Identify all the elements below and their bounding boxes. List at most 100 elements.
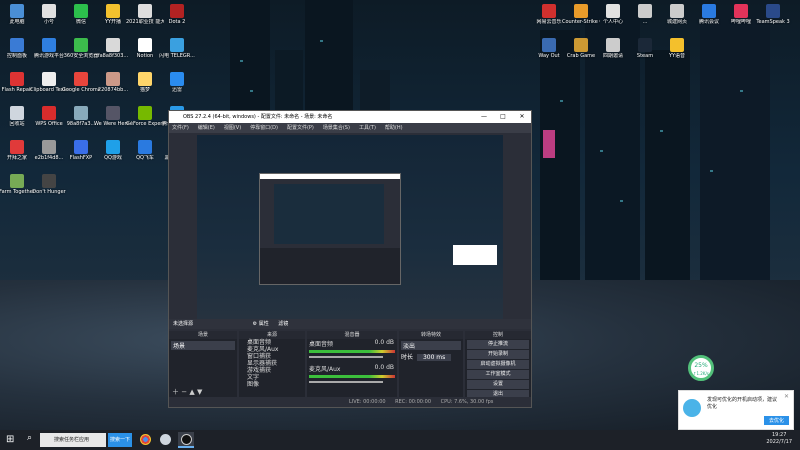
channel-db: 0.0 dB (374, 364, 394, 371)
app-icon (574, 38, 588, 52)
menu-item[interactable]: 视图(V) (224, 125, 241, 131)
obs-title: OBS 27.2.4 (64-bit, windows) - 配置文件: 未命名… (183, 114, 333, 120)
control-button[interactable]: 启动虚拟摄像机 (467, 360, 529, 369)
obs-window[interactable]: OBS 27.2.4 (64-bit, windows) - 配置文件: 未命名… (168, 110, 532, 408)
windows-start-icon[interactable]: ⊞ (6, 434, 17, 445)
desktop-icon[interactable]: Dota 2 (158, 4, 196, 25)
desktop-icon[interactable]: 迅雷 (158, 72, 196, 93)
desktop-icon-label: 闪电 TELEGR... (159, 53, 195, 59)
menu-item[interactable]: 停靠窗口(D) (250, 125, 278, 131)
transitions-dock-header: 转场特效 (399, 331, 463, 339)
transition-select[interactable]: 淡出 (401, 341, 461, 350)
app-icon (42, 106, 56, 120)
app-icon (74, 106, 88, 120)
obs-menubar: 文件(F) 编辑(E) 视图(V) 停靠窗口(D) 配置文件(P) 场景集合(S) 工具(T… (169, 123, 531, 133)
scene-item[interactable]: 场景 (171, 341, 235, 350)
optimize-button[interactable]: 去优化 (763, 416, 789, 425)
down-icon[interactable]: ▼ (197, 388, 202, 396)
volume-slider[interactable] (309, 381, 383, 383)
menu-item[interactable]: 场景集合(S) (323, 125, 350, 131)
gauge-value: 25% (694, 362, 708, 369)
search-icon[interactable]: ⌕ (27, 433, 32, 443)
remove-icon[interactable]: − (181, 388, 187, 396)
taskbar-search-box[interactable]: 搜索任务栏应用 (40, 433, 106, 447)
taskbar: ⊞ ⌕ 搜索任务栏应用 搜索一下 19:27 2022/7/17 (0, 430, 800, 450)
close-icon[interactable]: ✕ (784, 393, 789, 400)
gear-icon[interactable]: ⚙ (253, 321, 257, 327)
app-icon (138, 72, 152, 86)
properties-button[interactable]: 属性 (259, 321, 269, 327)
search-button[interactable]: 搜索一下 (108, 433, 132, 447)
chrome-icon[interactable] (140, 434, 151, 445)
obs-preview[interactable] (197, 135, 503, 319)
app-icon (606, 38, 620, 52)
scenes-dock-header: 场景 (169, 331, 237, 339)
app-icon (542, 38, 556, 52)
desktop: 此电脑小号微信YY开播2021职业技 能大赛Dota 2控制面板腾讯游戏平台36… (0, 0, 800, 430)
app-icon (74, 38, 88, 52)
app-icon (74, 140, 88, 154)
app-icon (74, 72, 88, 86)
source-item[interactable]: 显示器捕获 (239, 360, 305, 367)
up-icon[interactable]: ▲ (189, 388, 194, 396)
menu-item[interactable]: 工具(T) (359, 125, 376, 131)
obs-statusbar: LIVE: 00:00:00 REC: 00:00:00 CPU: 7.6%, … (169, 397, 531, 407)
menu-item[interactable]: 编辑(E) (198, 125, 215, 131)
obs-taskbar-icon[interactable] (178, 432, 194, 448)
sources-dock-header: 来源 (239, 331, 305, 339)
clock-time: 19:27 (771, 432, 787, 438)
app-icon (138, 38, 152, 52)
sources-dock: 桌面音频 麦克风/Aux 窗口捕获 显示器捕获 游戏捕获 文字 图像 (239, 339, 305, 399)
app-icon (10, 72, 24, 86)
menu-item[interactable]: 帮助(H) (385, 125, 403, 131)
desktop-icon[interactable]: Don't Hunger (30, 174, 68, 195)
app-icon (138, 4, 152, 18)
app-icon (42, 38, 56, 52)
search-placeholder: 搜索任务栏应用 (54, 437, 90, 443)
menu-item[interactable]: 配置文件(P) (287, 125, 314, 131)
app-icon (670, 4, 684, 18)
control-button[interactable]: 停止推流 (467, 340, 529, 349)
notification-popup[interactable]: 发现可优化的开机启动项，建议优化 ✕ 去优化 (678, 390, 794, 430)
obs-titlebar[interactable]: OBS 27.2.4 (64-bit, windows) - 配置文件: 未命名… (169, 111, 531, 123)
source-item[interactable]: 文字 (239, 374, 305, 381)
maximize-icon[interactable]: □ (494, 111, 512, 123)
desktop-icon-label: Don't Hunger (32, 189, 66, 195)
clock[interactable]: 19:27 2022/7/17 (766, 432, 792, 446)
app-icon (10, 140, 24, 154)
clock-date: 2022/7/17 (766, 439, 792, 445)
source-item[interactable]: 桌面音频 (239, 339, 305, 346)
desktop-icon[interactable]: YY语音 (658, 38, 696, 59)
control-button[interactable]: 设置 (467, 380, 529, 389)
desktop-icon[interactable]: 闪电 TELEGR... (158, 38, 196, 59)
app-icon (702, 4, 716, 18)
mixer-channel: 麦克风/Aux 0.0 dB (307, 364, 397, 383)
transitions-dock: 淡出 时长 300 ms (399, 339, 463, 399)
close-icon[interactable]: ✕ (513, 111, 531, 123)
minimize-icon[interactable]: — (475, 111, 493, 123)
desktop-icon-label: TeamSpeak 3 (756, 19, 790, 25)
nested-notification (453, 245, 497, 265)
no-source-label: 未选择源 (173, 321, 194, 327)
duration-input[interactable]: 300 ms (416, 354, 452, 361)
network-gauge[interactable]: 25% ↑1.2K/s (688, 355, 714, 381)
source-item[interactable]: 游戏捕获 (239, 367, 305, 374)
source-item[interactable]: 窗口捕获 (239, 353, 305, 360)
menu-item[interactable]: 文件(F) (172, 125, 189, 131)
control-button[interactable]: 开始录制 (467, 350, 529, 359)
source-toolbar: 未选择源 ⚙ 属性 滤镜 (169, 319, 531, 329)
volume-slider[interactable] (309, 356, 383, 358)
source-item[interactable]: 图像 (239, 381, 305, 388)
control-button[interactable]: 工作室模式 (467, 370, 529, 379)
steam-icon[interactable] (160, 434, 171, 445)
source-item[interactable]: 麦克风/Aux (239, 346, 305, 353)
desktop-icon[interactable]: TeamSpeak 3 (754, 4, 792, 25)
app-icon (734, 4, 748, 18)
filters-button[interactable]: 滤镜 (278, 321, 288, 327)
mixer-channel: 桌面音频 0.0 dB (307, 339, 397, 358)
channel-name: 麦克风/Aux (309, 366, 341, 373)
app-icon (638, 38, 652, 52)
app-icon (42, 140, 56, 154)
mixer-dock: 桌面音频 0.0 dB 麦克风/Aux 0.0 dB (307, 339, 397, 399)
add-icon[interactable]: ＋ (172, 388, 179, 396)
